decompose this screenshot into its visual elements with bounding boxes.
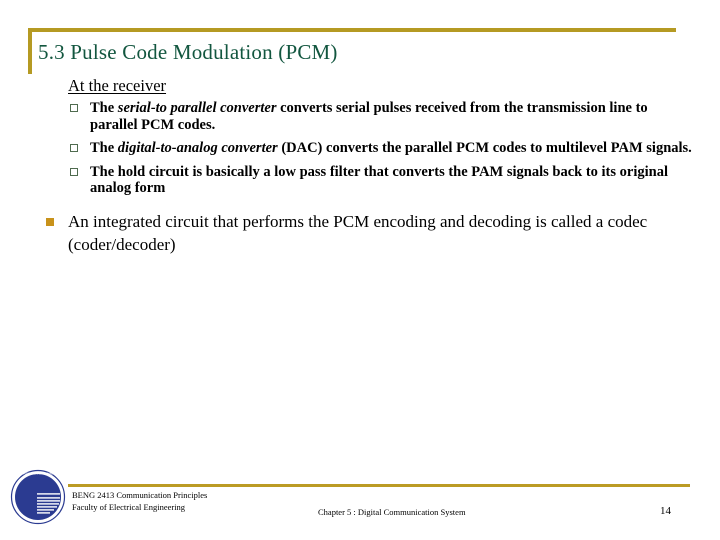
university-seal-logo-icon: UNIVERSITI TEKNIKAL MALAYSIA <box>10 469 66 525</box>
title-left-rule <box>28 28 32 74</box>
sub-bullet-list: The serial-to parallel converter convert… <box>0 100 720 197</box>
list-item: The digital-to-analog converter (DAC) co… <box>0 140 720 157</box>
main-bullet-list: An integrated circuit that performs the … <box>0 210 720 256</box>
filled-square-bullet-icon <box>46 217 54 226</box>
footer-page-number: 14 <box>660 505 671 517</box>
svg-text:UNIVERSITI TEKNIKAL MALAYSIA: UNIVERSITI TEKNIKAL MALAYSIA <box>14 472 62 476</box>
main-bullet-text: An integrated circuit that performs the … <box>68 211 648 254</box>
footer-course-code: BENG 2413 Communication Principles <box>72 490 208 500</box>
hollow-square-bullet-icon <box>70 167 78 176</box>
hollow-square-bullet-icon <box>70 104 78 112</box>
hollow-square-bullet-icon <box>70 144 78 152</box>
sub-bullet-text: The serial-to parallel converter convert… <box>90 100 648 133</box>
list-item: The hold circuit is basically a low pass… <box>0 164 720 197</box>
sub-bullet-text: The hold circuit is basically a low pass… <box>90 163 668 197</box>
page-title: 5.3 Pulse Code Modulation (PCM) <box>38 40 338 64</box>
list-item: An integrated circuit that performs the … <box>0 210 720 256</box>
footer-course-info: BENG 2413 Communication Principles Facul… <box>72 490 207 513</box>
section-heading: At the receiver <box>68 76 167 95</box>
list-item: The serial-to parallel converter convert… <box>0 100 720 133</box>
slide-body: At the receiver The serial-to parallel c… <box>0 76 720 256</box>
title-top-rule <box>28 28 676 32</box>
sub-bullet-text: The digital-to-analog converter (DAC) co… <box>90 140 692 156</box>
footer-faculty: Faculty of Electrical Engineering <box>72 501 186 512</box>
slide-footer: UNIVERSITI TEKNIKAL MALAYSIA BENG 2413 C… <box>0 469 720 540</box>
footer-chapter: Chapter 5 : Digital Communication System <box>318 507 466 517</box>
